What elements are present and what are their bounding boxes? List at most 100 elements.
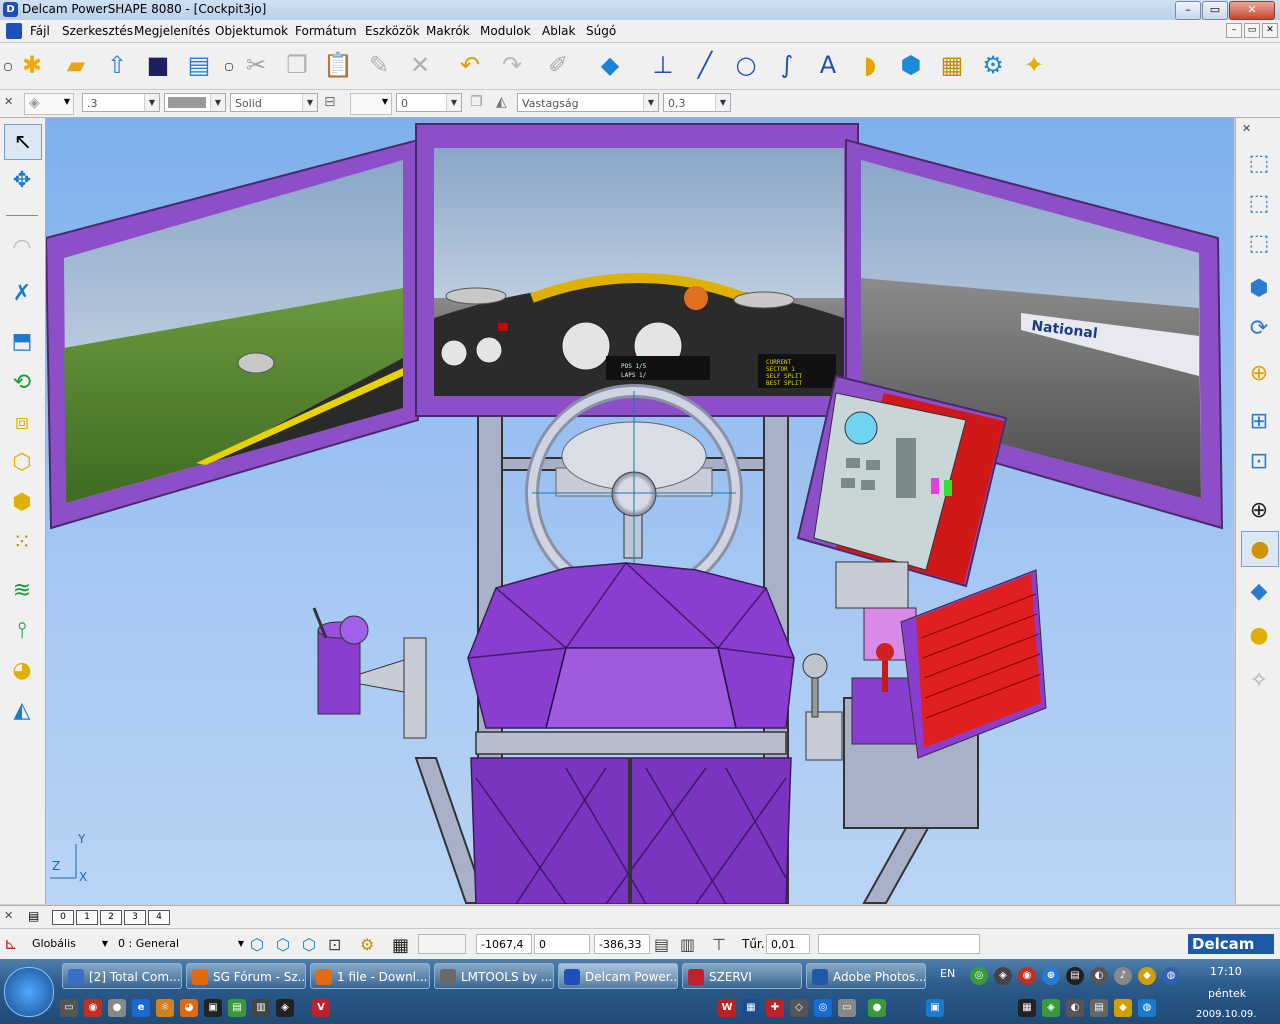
graphics-viewport[interactable]: POS 1/5 LAPS 1/ CURRENT SECTOR 1 SELF SP… bbox=[46, 118, 1234, 904]
quicklaunch-icon-24[interactable]: ◆ bbox=[1114, 999, 1132, 1017]
layer-button-2[interactable]: 2 bbox=[100, 910, 122, 925]
import-icon[interactable]: ⇧ bbox=[99, 47, 135, 83]
select-arrow-icon[interactable]: ↖ bbox=[4, 124, 42, 160]
quicklaunch-icon-14[interactable]: ✚ bbox=[766, 999, 784, 1017]
layer-button-4[interactable]: 4 bbox=[148, 910, 170, 925]
quicklaunch-icon-13[interactable]: ▦ bbox=[742, 999, 760, 1017]
table-icon[interactable]: ▥ bbox=[680, 935, 695, 954]
mdi-minimize-button[interactable]: – bbox=[1226, 23, 1242, 38]
layer-icon[interactable]: ▦ bbox=[934, 47, 970, 83]
workplane-axes-icon[interactable]: ⊾ bbox=[4, 934, 24, 954]
layer-list-icon[interactable]: ▤ bbox=[28, 909, 46, 924]
close-button[interactable]: ✕ bbox=[1229, 1, 1275, 20]
quicklaunch-icon-20[interactable]: ▦ bbox=[1018, 999, 1036, 1017]
quicklaunch-icon-10[interactable]: ◈ bbox=[276, 999, 294, 1017]
coord-system-combo[interactable]: Globális ▼ bbox=[28, 934, 110, 954]
view-rotate-icon[interactable]: ⟳ bbox=[1241, 311, 1277, 345]
view-cube-icon-3[interactable]: ⬡ bbox=[302, 935, 316, 954]
quicklaunch-icon-25[interactable]: ◍ bbox=[1138, 999, 1156, 1017]
quicklaunch-icon-21[interactable]: ◈ bbox=[1042, 999, 1060, 1017]
quicklaunch-icon-23[interactable]: ▤ bbox=[1090, 999, 1108, 1017]
level-combo[interactable]: 0 ▼ bbox=[396, 93, 462, 112]
tools-icon[interactable]: ⚙ bbox=[975, 47, 1011, 83]
line-icon[interactable]: ╱ bbox=[687, 47, 723, 83]
shaded-plane-icon[interactable]: ◆ bbox=[1241, 574, 1277, 608]
zoom-dynamic-icon[interactable]: ⊕ bbox=[1241, 356, 1277, 390]
z-coordinate-field[interactable]: -386,33 bbox=[594, 934, 650, 954]
wizard-icon[interactable]: ✦ bbox=[1016, 47, 1052, 83]
color-combo[interactable]: ▼ bbox=[164, 93, 226, 112]
taskbar-button[interactable]: #c0202a SZERVI bbox=[682, 963, 802, 989]
layer-button-0[interactable]: 0 bbox=[52, 910, 74, 925]
tray-icon-3[interactable]: ◉ bbox=[1018, 967, 1036, 985]
open-folder-icon[interactable]: ▰ bbox=[58, 47, 94, 83]
mdi-close-button[interactable]: ✕ bbox=[1262, 23, 1278, 38]
shaded-sphere-icon[interactable]: ● bbox=[1241, 531, 1279, 567]
tray-icon-6[interactable]: ◐ bbox=[1090, 967, 1108, 985]
save-icon[interactable]: ■ bbox=[140, 47, 176, 83]
tray-icon-4[interactable]: ⊕ bbox=[1042, 967, 1060, 985]
minimize-button[interactable]: – bbox=[1175, 1, 1201, 20]
tray-icon-9[interactable]: ◍ bbox=[1162, 967, 1180, 985]
menu-format[interactable]: Formátum bbox=[295, 24, 357, 38]
menu-help[interactable]: Súgó bbox=[586, 24, 616, 38]
spikes-icon[interactable]: ⫯ bbox=[4, 613, 40, 647]
x-coordinate-field[interactable]: -1067,4 bbox=[476, 934, 532, 954]
delete-icon[interactable]: ✕ bbox=[402, 47, 438, 83]
rotate-icon[interactable]: ⟲ bbox=[4, 365, 40, 399]
view-side-icon[interactable]: ⬚ bbox=[1241, 186, 1277, 220]
workplane-icon[interactable]: ⊥ bbox=[645, 47, 681, 83]
line-width-combo[interactable]: .3 ▼ bbox=[82, 93, 160, 112]
y-coordinate-field[interactable]: 0 bbox=[534, 934, 590, 954]
quicklaunch-icon-15[interactable]: ◇ bbox=[790, 999, 808, 1017]
thickness-combo[interactable]: Vastagság ▼ bbox=[517, 93, 659, 112]
quicklaunch-icon-16[interactable]: ◎ bbox=[814, 999, 832, 1017]
wireframe-sphere-icon[interactable]: ⊕ bbox=[1241, 493, 1277, 527]
menu-edit[interactable]: Szerkesztés bbox=[62, 24, 133, 38]
solid-icon[interactable]: ⬢ bbox=[893, 47, 929, 83]
view-cube-icon-2[interactable]: ⬡ bbox=[276, 935, 290, 954]
calculator-icon[interactable]: ▤ bbox=[654, 935, 669, 954]
zoom-box-icon[interactable]: ⊡ bbox=[1241, 444, 1277, 478]
menu-modules[interactable]: Modulok bbox=[480, 24, 531, 38]
surface-icon[interactable]: ◗ bbox=[852, 47, 888, 83]
tray-icon-7[interactable]: ♪ bbox=[1114, 967, 1132, 985]
menu-view[interactable]: Megjelenítés bbox=[134, 24, 210, 38]
quicklaunch-icon-7[interactable]: ▣ bbox=[204, 999, 222, 1017]
quicklaunch-icon-11[interactable]: V bbox=[312, 999, 330, 1017]
taskbar-button[interactable]: #1d4fb8 Delcam Power... bbox=[558, 963, 678, 989]
layer-select[interactable]: ◈ ▼ bbox=[24, 93, 74, 115]
fill-icon[interactable]: ◭ bbox=[496, 94, 514, 112]
taskbar-button[interactable]: #e06a12 1 file - Downl... bbox=[310, 963, 430, 989]
pyramid-icon[interactable]: ◭ bbox=[4, 693, 40, 727]
menu-objects[interactable]: Objektumok bbox=[215, 24, 288, 38]
transform-icon[interactable]: ✥ bbox=[4, 163, 40, 197]
command-field[interactable] bbox=[818, 934, 980, 954]
new-file-icon[interactable]: ✱ bbox=[14, 47, 50, 83]
redo-icon[interactable]: ↷ bbox=[494, 47, 530, 83]
layer-button-1[interactable]: 1 bbox=[76, 910, 98, 925]
toolbar-close-icon[interactable]: ✕ bbox=[4, 909, 13, 922]
quicklaunch-icon-18[interactable]: ● bbox=[868, 999, 886, 1017]
tolerance-field[interactable]: 0,01 bbox=[766, 934, 810, 954]
undo-icon[interactable]: ↶ bbox=[452, 47, 488, 83]
clock-day[interactable]: péntek bbox=[1208, 987, 1246, 1000]
taskbar-button[interactable]: #1f5aa8 Adobe Photos... bbox=[806, 963, 926, 989]
clock-date[interactable]: 2009.10.09. bbox=[1196, 1009, 1256, 1020]
workplane-combo[interactable]: 0 : General ▼ bbox=[114, 934, 246, 954]
curve-icon[interactable]: ∫ bbox=[769, 47, 805, 83]
zoom-fit-icon[interactable]: ⊞ bbox=[1241, 404, 1277, 438]
taskbar-button[interactable]: #e06a12 SG Fórum - Sz... bbox=[186, 963, 306, 989]
view-iso-icon[interactable]: ⬢ bbox=[1241, 271, 1277, 305]
thickness-value-combo[interactable]: 0,3 ▼ bbox=[663, 93, 731, 112]
shell-icon[interactable]: ◕ bbox=[4, 653, 40, 687]
quicklaunch-icon-2[interactable]: ◉ bbox=[84, 999, 102, 1017]
toolbar-close-icon[interactable]: ✕ bbox=[4, 95, 16, 109]
clock-time[interactable]: 17:10 bbox=[1210, 965, 1242, 978]
surface-draft-icon[interactable]: ◠ bbox=[4, 230, 40, 264]
light-icon[interactable]: ● bbox=[1241, 618, 1277, 652]
maximize-button[interactable]: ▭ bbox=[1202, 1, 1228, 20]
menu-window[interactable]: Ablak bbox=[542, 24, 575, 38]
boolean-icon[interactable]: ⧈ bbox=[4, 405, 40, 439]
quicklaunch-icon-1[interactable]: ▭ bbox=[60, 999, 78, 1017]
